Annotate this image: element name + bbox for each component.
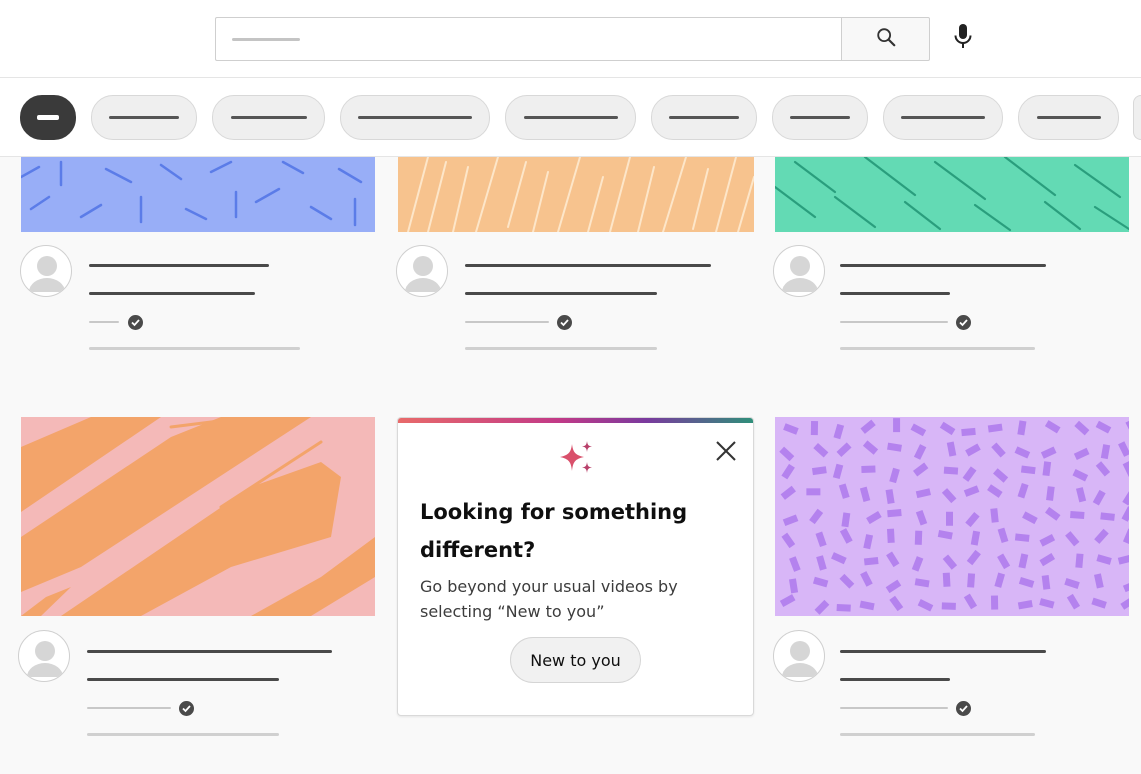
chip-8[interactable]	[1018, 95, 1119, 140]
promo-title: Looking for something different?	[420, 500, 688, 562]
video-thumbnail-6[interactable]	[775, 417, 1129, 616]
chip-1[interactable]	[91, 95, 197, 140]
verified-check-icon	[956, 315, 971, 330]
channel-avatar-2[interactable]	[396, 245, 448, 297]
search-button[interactable]	[841, 17, 930, 61]
video-title-line-4a[interactable]	[87, 650, 332, 653]
top-header	[0, 0, 1141, 78]
video-title-line-1a[interactable]	[89, 264, 269, 267]
video-title-line-4b[interactable]	[87, 678, 279, 681]
channel-avatar-1[interactable]	[20, 245, 72, 297]
avatar-icon	[397, 256, 447, 296]
avatar-icon	[19, 641, 69, 681]
channel-name-line-3[interactable]	[840, 321, 948, 323]
verified-check-icon	[128, 315, 143, 330]
video-title-line-2b[interactable]	[465, 292, 657, 295]
video-stats-line-4	[87, 733, 279, 736]
search-icon	[875, 26, 897, 52]
channel-avatar-6[interactable]	[773, 630, 825, 682]
avatar-icon	[774, 641, 824, 681]
chip-9-partial[interactable]	[1133, 95, 1141, 140]
avatar-icon	[21, 256, 71, 296]
verified-check-icon	[179, 701, 194, 716]
video-title-line-3b[interactable]	[840, 292, 950, 295]
video-title-line-3a[interactable]	[840, 264, 1046, 267]
channel-name-line-4[interactable]	[87, 707, 171, 709]
channel-avatar-4[interactable]	[18, 630, 70, 682]
video-title-line-1b[interactable]	[89, 292, 255, 295]
video-title-line-6a[interactable]	[840, 650, 1046, 653]
chip-all[interactable]	[20, 95, 76, 140]
chip-2[interactable]	[212, 95, 325, 140]
new-to-you-promo-card: Looking for something different? Go beyo…	[397, 417, 754, 716]
close-button[interactable]	[713, 438, 739, 464]
chip-7[interactable]	[883, 95, 1003, 140]
voice-search-button[interactable]	[944, 18, 982, 60]
sparkle-icon	[558, 440, 596, 480]
video-stats-line-2	[465, 347, 657, 350]
channel-name-line-1[interactable]	[89, 321, 119, 323]
category-chip-bar	[0, 78, 1141, 157]
video-thumbnail-4[interactable]	[21, 417, 375, 616]
verified-check-icon	[956, 701, 971, 716]
new-to-you-button[interactable]: New to you	[510, 637, 641, 683]
chip-6[interactable]	[772, 95, 868, 140]
microphone-icon	[952, 23, 974, 55]
chip-4[interactable]	[505, 95, 636, 140]
chip-5[interactable]	[651, 95, 757, 140]
channel-avatar-3[interactable]	[773, 245, 825, 297]
avatar-icon	[774, 256, 824, 296]
video-thumbnail-2[interactable]	[398, 157, 754, 232]
promo-gradient-bar	[398, 418, 753, 423]
close-icon	[713, 441, 739, 468]
verified-check-icon	[557, 315, 572, 330]
video-title-line-6b[interactable]	[840, 678, 950, 681]
video-thumbnail-3[interactable]	[775, 157, 1129, 232]
video-thumbnail-1[interactable]	[21, 157, 375, 232]
video-stats-line-1	[89, 347, 300, 350]
video-title-line-2a[interactable]	[465, 264, 711, 267]
channel-name-line-6[interactable]	[840, 707, 948, 709]
video-stats-line-6	[840, 733, 1035, 736]
channel-name-line-2[interactable]	[465, 321, 549, 323]
chip-3[interactable]	[340, 95, 490, 140]
video-stats-line-3	[840, 347, 1035, 350]
search-input[interactable]	[215, 17, 842, 61]
promo-description: Go beyond your usual videos by selecting…	[420, 577, 678, 621]
search-placeholder-line	[232, 38, 300, 41]
